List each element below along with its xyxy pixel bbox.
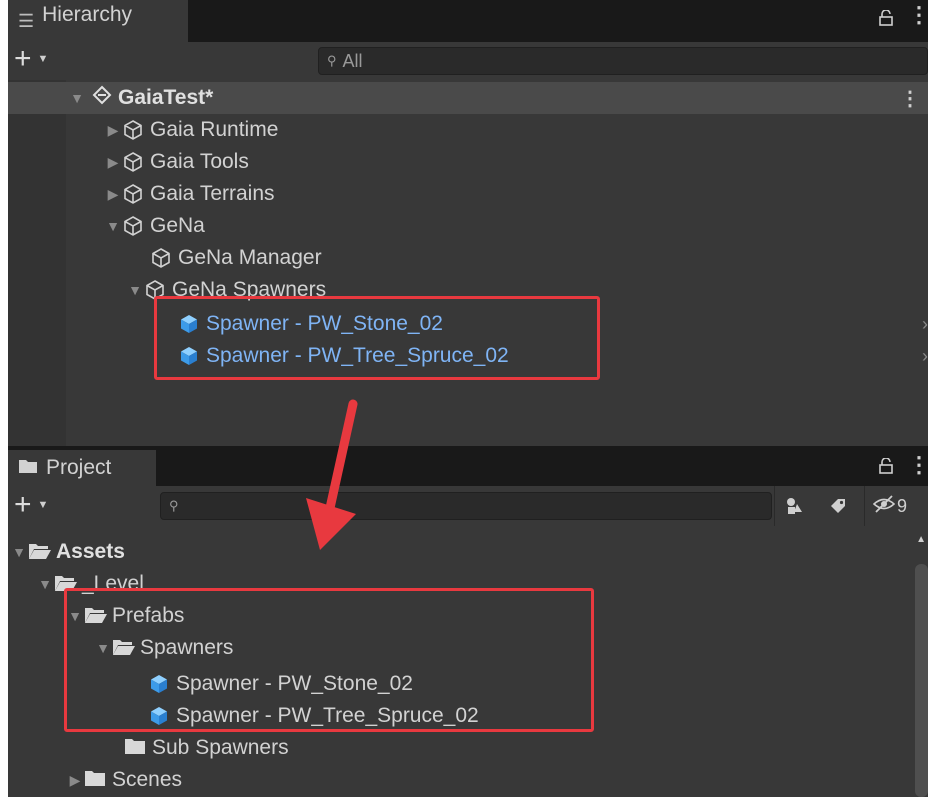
hierarchy-item-label: Gaia Tools: [150, 150, 249, 173]
gameobject-icon: [122, 215, 144, 237]
project-search-input[interactable]: ⚲: [160, 492, 772, 520]
chevron-down-icon: ▼: [37, 53, 49, 65]
create-button[interactable]: + ▼: [14, 44, 48, 74]
hierarchy-item-label: Gaia Runtime: [150, 118, 279, 141]
kebab-menu-icon[interactable]: ⋮: [900, 86, 920, 111]
collapse-triangle-icon[interactable]: ▶: [104, 122, 122, 139]
gameobject-icon: [122, 183, 144, 205]
hierarchy-tree: ▼ GaiaTest* ⋮ ▶ Gaia Runtime ▶ Gaia Tool…: [8, 80, 928, 446]
hierarchy-item[interactable]: ▶ Gaia Terrains: [8, 178, 928, 210]
tab-label: Project: [46, 456, 112, 479]
plus-icon: +: [14, 42, 32, 75]
tab-label: Hierarchy: [42, 3, 132, 26]
search-icon: ⚲: [327, 53, 337, 68]
tab-hierarchy[interactable]: ☰ Hierarchy: [8, 0, 188, 42]
chevron-right-icon[interactable]: ›: [922, 346, 928, 367]
plus-icon: +: [14, 488, 32, 521]
visibility-off-icon: [872, 494, 896, 518]
folder-icon: [124, 737, 146, 759]
folder-icon: [84, 769, 106, 791]
hierarchy-search-input[interactable]: ⚲ All: [318, 47, 928, 75]
annotation-highlight-project: [64, 588, 594, 732]
hierarchy-item[interactable]: ▶ Gaia Tools: [8, 146, 928, 178]
search-placeholder: All: [342, 50, 363, 71]
project-item-label: Sub Spawners: [152, 736, 289, 759]
collapse-triangle-icon[interactable]: ▶: [66, 772, 84, 789]
hierarchy-tabbar: ☰ Hierarchy ⋮: [8, 0, 928, 42]
expand-triangle-icon[interactable]: ▼: [104, 218, 122, 234]
project-item[interactable]: ▶ Scenes: [8, 764, 928, 796]
kebab-menu-icon[interactable]: ⋮: [908, 452, 928, 478]
scene-header-row[interactable]: ▼ GaiaTest* ⋮: [8, 82, 928, 114]
create-button[interactable]: + ▼: [14, 490, 48, 520]
unity-scene-icon: [92, 85, 112, 111]
arrow-annotation: [306, 399, 358, 550]
hidden-count: 9: [897, 495, 908, 516]
scene-name: GaiaTest*: [118, 86, 214, 109]
chevron-down-icon: ▼: [37, 499, 49, 511]
lock-icon[interactable]: [878, 457, 894, 479]
collapse-triangle-icon[interactable]: ▶: [104, 154, 122, 171]
collapse-triangle-icon[interactable]: ▶: [104, 186, 122, 203]
expand-triangle-icon[interactable]: ▼: [10, 544, 28, 560]
project-item-label: Assets: [56, 540, 125, 563]
project-item-label: Scenes: [112, 768, 183, 791]
expand-triangle-icon[interactable]: ▼: [126, 282, 144, 298]
gameobject-icon: [122, 151, 144, 173]
label-tag-icon[interactable]: [818, 486, 858, 526]
gameobject-icon: [150, 247, 172, 269]
hierarchy-item-label: Gaia Terrains: [150, 182, 275, 205]
unity-editor-window: ☰ Hierarchy ⋮ + ▼ ⚲ All ▼ GaiaTest* ⋮ ▶ …: [8, 0, 928, 797]
hamburger-icon: ☰: [18, 10, 35, 31]
scroll-up-icon[interactable]: ▲: [916, 534, 926, 545]
hidden-packages-toggle[interactable]: 9: [864, 486, 928, 526]
folder-icon: [18, 456, 38, 480]
tab-project[interactable]: Project: [8, 450, 156, 486]
hierarchy-item[interactable]: GeNa Manager: [8, 242, 928, 274]
kebab-menu-icon[interactable]: ⋮: [908, 2, 928, 28]
hierarchy-item-label: GeNa: [150, 214, 205, 237]
project-tabbar: Project ⋮: [8, 446, 928, 486]
gameobject-icon: [122, 119, 144, 141]
expand-triangle-icon[interactable]: ▼: [68, 90, 86, 106]
hierarchy-item[interactable]: ▶ Gaia Runtime: [8, 114, 928, 146]
hierarchy-toolbar: + ▼ ⚲ All: [8, 42, 928, 80]
expand-triangle-icon[interactable]: ▼: [36, 576, 54, 592]
folder-open-icon: [28, 541, 51, 563]
filter-by-type-icon[interactable]: [774, 486, 815, 526]
project-item-assets[interactable]: ▼ Assets: [8, 536, 928, 568]
hierarchy-item[interactable]: ▼ GeNa: [8, 210, 928, 242]
hierarchy-item-label: GeNa Manager: [178, 246, 322, 269]
project-scrollbar[interactable]: [915, 564, 928, 797]
lock-icon[interactable]: [878, 9, 894, 31]
chevron-right-icon[interactable]: ›: [922, 314, 928, 335]
annotation-highlight-hierarchy: [154, 296, 600, 380]
project-toolbar: + ▼ ⚲ 9: [8, 486, 928, 526]
search-icon: ⚲: [169, 498, 179, 513]
project-item[interactable]: Sub Spawners: [8, 732, 928, 764]
